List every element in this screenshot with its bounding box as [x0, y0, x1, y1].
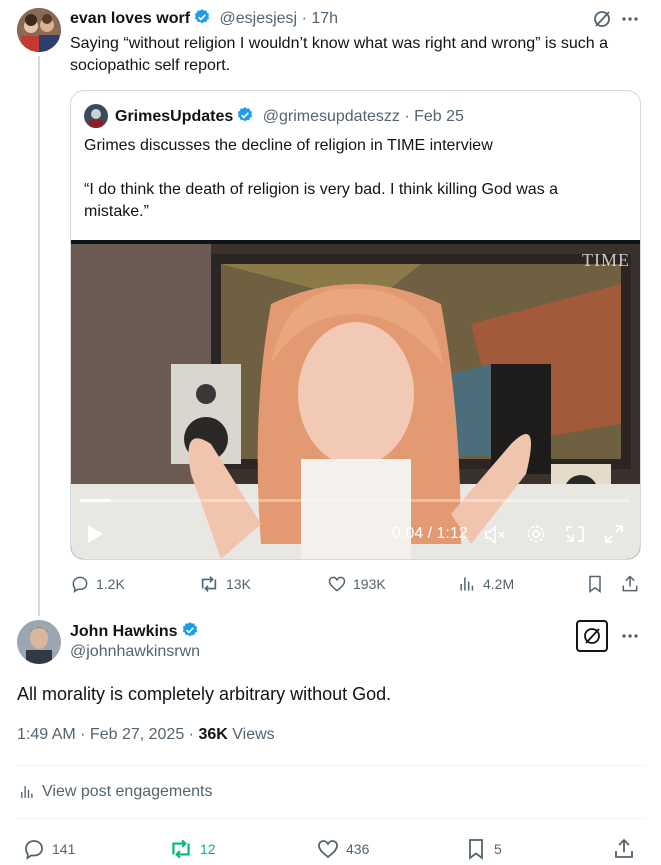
like-button[interactable]: 193K: [327, 574, 386, 594]
grok-icon[interactable]: [592, 9, 612, 29]
repost-count: 12: [200, 841, 216, 857]
video-progress-fill: [80, 499, 111, 502]
author-name[interactable]: evan loves worf: [70, 10, 190, 27]
avatar[interactable]: [17, 8, 61, 52]
reply-button[interactable]: 141: [22, 837, 75, 861]
repost-count: 13K: [226, 576, 251, 592]
repost-icon: [168, 837, 194, 861]
share-icon[interactable]: [620, 574, 640, 594]
thread-connector-line: [38, 56, 40, 616]
bookmark-icon: [464, 837, 488, 861]
analytics-icon: [18, 783, 36, 801]
divider: [16, 818, 645, 819]
divider: [16, 765, 645, 766]
views-button[interactable]: 4.2M: [457, 574, 514, 594]
like-count: 436: [346, 841, 370, 857]
video-watermark: TIME: [582, 250, 630, 270]
mute-icon[interactable]: [484, 524, 508, 546]
heart-icon: [316, 837, 340, 861]
analytics-icon: [457, 574, 477, 594]
views-label: Views: [232, 726, 275, 743]
play-icon[interactable]: [85, 523, 105, 545]
verified-badge-icon: [193, 8, 211, 26]
repost-button[interactable]: 13K: [198, 574, 251, 594]
video-player[interactable]: TIME 0:04 / 1:12: [71, 240, 640, 559]
quoted-time: · Feb 25: [404, 108, 464, 125]
quoted-avatar: [84, 104, 108, 128]
repost-icon: [198, 574, 220, 594]
fullscreen-icon[interactable]: [603, 523, 625, 545]
more-options-icon[interactable]: [620, 9, 640, 29]
video-time: 0:04 / 1:12: [392, 525, 468, 542]
tweet-time[interactable]: · 17h: [302, 10, 338, 27]
more-options-icon[interactable]: [620, 626, 640, 646]
timestamp[interactable]: 1:49 AM · Feb 27, 2025 ·: [17, 726, 194, 743]
views-count: 36K: [198, 726, 228, 743]
author-handle[interactable]: @esjesjesj: [220, 10, 298, 27]
quoted-author-name: GrimesUpdates: [115, 108, 234, 125]
bookmark-count: 5: [494, 841, 502, 857]
quoted-text-line1: Grimes discusses the decline of religion…: [84, 137, 493, 154]
avatar[interactable]: [17, 620, 61, 664]
view-engagements-link[interactable]: View post engagements: [18, 783, 212, 801]
reply-icon: [70, 574, 90, 594]
author-handle[interactable]: @johnhawkinsrwn: [70, 643, 200, 661]
repost-button[interactable]: 12: [168, 837, 216, 861]
settings-gear-icon[interactable]: [525, 523, 547, 545]
grok-icon[interactable]: [576, 620, 608, 652]
quoted-header: GrimesUpdates @grimesupdateszz · Feb 25: [115, 106, 464, 126]
view-count: 4.2M: [483, 576, 515, 592]
heart-icon: [327, 574, 347, 594]
author-header: John Hawkins: [70, 621, 199, 641]
bookmark-button[interactable]: 5: [464, 837, 502, 861]
share-icon[interactable]: [612, 837, 636, 861]
author-name[interactable]: John Hawkins: [70, 623, 178, 640]
tweet-header: evan loves worf @esjesjesj · 17h: [70, 8, 338, 28]
verified-badge-icon: [236, 106, 254, 124]
video-frame-image: [71, 244, 640, 559]
tweet-meta: 1:49 AM · Feb 27, 2025 · 36K Views: [17, 726, 275, 744]
tweet-text: Saying “without religion I wouldn’t know…: [70, 35, 609, 74]
view-engagements-label: View post engagements: [42, 783, 213, 800]
bookmark-icon[interactable]: [585, 574, 605, 594]
main-tweet-text: All morality is completely arbitrary wit…: [17, 684, 392, 704]
like-button[interactable]: 436: [316, 837, 369, 861]
video-progress-track[interactable]: [80, 499, 630, 502]
reply-button[interactable]: 1.2K: [70, 574, 125, 594]
reply-count: 1.2K: [96, 576, 125, 592]
reply-count: 141: [52, 841, 76, 857]
like-count: 193K: [353, 576, 386, 592]
reply-icon: [22, 837, 46, 861]
quoted-tweet-card[interactable]: GrimesUpdates @grimesupdateszz · Feb 25 …: [70, 90, 641, 560]
verified-badge-icon: [181, 621, 199, 639]
quoted-author-handle: @grimesupdateszz: [262, 108, 400, 125]
picture-in-picture-icon[interactable]: [564, 523, 586, 545]
quoted-text-line2: “I do think the death of religion is ver…: [84, 181, 559, 220]
